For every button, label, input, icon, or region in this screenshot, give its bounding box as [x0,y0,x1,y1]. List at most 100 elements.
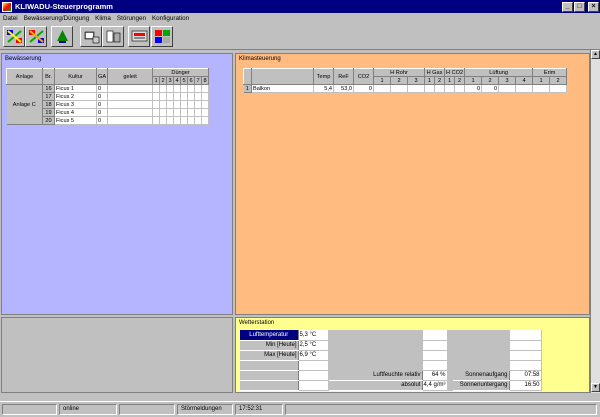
lufttemperatur-label[interactable]: Lufttemperatur [240,330,299,341]
row-ga: 0 [96,100,109,109]
row-kultur: Ficus 1 [54,84,97,93]
row-ga: 0 [96,84,109,93]
computer-icon [84,31,99,44]
menu-bar: Datei Bewässerung/Düngung Klima Störunge… [0,13,600,23]
duenger-col: 5 [180,76,189,85]
sub-col: 2 [549,76,568,85]
row-geleit [107,84,154,93]
row-kultur: Ficus 5 [54,116,97,125]
sub-col: 2 [390,76,408,85]
minimize-button[interactable]: _ [562,1,573,12]
menu-konfiguration[interactable]: Konfiguration [149,15,192,22]
col-co2: CO2 [353,68,374,85]
plant-icon [56,30,68,43]
menu-stoerungen[interactable]: Störungen [114,15,149,22]
max-heute-label: Max [Heute] [240,350,299,361]
col-nr [243,68,252,85]
row-temp: 5,4 [313,84,334,93]
min-heute-label: Min [Heute] [240,340,299,351]
row-kultur: Ficus 2 [54,92,97,101]
settings-icon [154,30,170,43]
duenger-col: 1 [152,76,161,85]
status-time: 17:52:31 [235,404,283,415]
row-geleit [107,116,154,125]
toolbar-computer-button[interactable] [80,26,102,47]
row-br: 18 [42,100,55,109]
toolbar [0,24,600,50]
table-row[interactable]: Anlage C 16 Ficus 1 0 [6,84,210,125]
col-ga: GA [95,68,109,85]
menu-bewaesserung[interactable]: Bewässerung/Düngung [21,15,92,22]
sub-col: 1 [424,76,435,85]
vertical-scrollbar[interactable]: ▲ ▼ [590,50,600,393]
luftfeuchte-relativ-value: 64 % [422,370,448,381]
menu-datei[interactable]: Datei [0,15,21,22]
row-geleit [107,92,154,101]
col-geleit: geleit [107,68,154,85]
sub-col: 2 [481,76,500,85]
scroll-up-icon[interactable]: ▲ [591,50,600,59]
network-icon [6,30,22,43]
klima-table: Temp ReF CO2 H Rohr H Gas H CO2 Lüftung … [243,68,568,93]
sonnenaufgang-value: 07:58 [509,370,542,381]
close-button[interactable]: × [588,1,599,12]
duenger-col: 7 [194,76,203,85]
sub-col: 2 [434,76,445,85]
anlage-group: Anlage C [6,84,43,125]
luftfeuchte-absolut-value: 4,4 g/m³ [422,380,448,391]
toolbar-network-alt-button[interactable] [25,26,47,47]
col-hgas: H Gas [424,68,445,77]
row-br: 20 [42,116,55,125]
toolbar-monitor-button[interactable] [128,26,150,47]
scroll-down-icon[interactable]: ▼ [591,383,600,392]
max-heute-value: 6,9 °C [298,350,329,361]
row-ref: 53,0 [333,84,354,93]
row-ga: 0 [96,108,109,117]
sub-col: 1 [373,76,391,85]
duenger-col: 2 [159,76,168,85]
printer-icon [106,30,120,43]
row-ga: 0 [96,92,109,101]
min-heute-value: 2,5 °C [298,340,329,351]
network-alt-icon [28,30,44,43]
col-hrohr: H Rohr [373,68,425,77]
duenger-col: 6 [187,76,196,85]
row-nr: 1 [243,84,252,93]
col-duenger: Dünger [152,68,210,77]
bewaesserung-panel: Bewässerung Anlage Br. Kultur GA geleit … [1,53,233,315]
wetterstation-title: Wetterstation [239,320,275,326]
sub-col: 1 [443,76,456,85]
row-geleit [107,100,154,109]
toolbar-network-button[interactable] [3,26,25,47]
sonnenuntergang-value: 16:50 [509,380,542,391]
row-name: Balkon [251,84,314,93]
col-name [251,68,314,85]
sonnenuntergang-label: Sonnenuntergang [452,380,510,391]
row-br: 19 [42,108,55,117]
status-connection: online [59,404,117,415]
lufttemperatur-value: 5,3 °C [298,330,329,341]
sonnenaufgang-label: Sonnenaufgang [452,370,510,381]
duenger-col: 8 [201,76,210,85]
col-erim: Erim [532,68,568,77]
row-lueftung-1: 0 [464,84,483,93]
sub-col: 1 [532,76,551,85]
luftfeuchte-absolut-label: absolut [328,380,423,391]
row-lueftung-2: 0 [481,84,500,93]
col-br: Br. [42,68,55,85]
klimasteuerung-title: Klimasteuerung [239,56,281,62]
maximize-button[interactable]: □ [574,1,585,12]
status-field-empty [119,404,175,415]
col-temp: Temp [313,68,334,85]
toolbar-settings-button[interactable] [151,26,173,47]
scroll-track [0,393,600,401]
toolbar-plant-button[interactable] [51,26,73,47]
wetter-table: Lufttemperatur 5,3 °C Min [Heute] 2,5 °C… [240,330,542,391]
col-lueftung: Lüftung [464,68,534,77]
toolbar-printer-button[interactable] [102,26,124,47]
sub-col: 2 [454,76,466,85]
menu-klima[interactable]: Klima [92,15,114,22]
duenger-col: 4 [173,76,182,85]
table-row[interactable]: 1 Balkon 5,4 53,0 0 0 0 [243,84,568,93]
status-messages[interactable]: Störmeldungen [177,404,233,415]
